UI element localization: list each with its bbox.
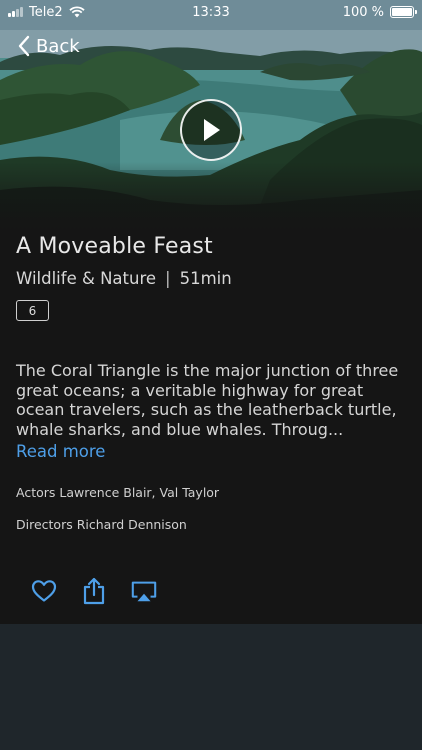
video-description: The Coral Triangle is the major junction… [16,361,399,439]
status-left: Tele2 [8,5,85,20]
actors-line: Actors Lawrence Blair, Val Taylor [16,485,220,500]
share-icon [83,577,105,605]
heart-icon [31,580,57,602]
signal-icon [8,7,23,17]
bottom-area [0,624,422,750]
share-button[interactable] [80,577,108,605]
meta-separator: | [165,269,171,288]
hero-fade [0,162,422,232]
action-bar [30,577,158,605]
chevron-left-icon [18,35,30,57]
battery-icon [390,6,417,18]
video-title: A Moveable Feast [16,234,213,259]
status-right: 100 % [342,4,417,20]
airplay-button[interactable] [130,577,158,605]
video-meta: Wildlife & Nature | 51min [16,269,232,288]
age-rating-badge: 6 [16,300,49,321]
directors-line: Directors Richard Dennison [16,517,187,532]
favorite-button[interactable] [30,577,58,605]
duration-label: 51min [179,269,232,288]
genre-label: Wildlife & Nature [16,269,157,288]
status-bar: Tele2 13:33 100 % [0,0,422,24]
play-button[interactable] [180,99,242,161]
back-button[interactable]: Back [18,35,80,57]
airplay-icon [131,581,157,602]
details-panel: A Moveable Feast Wildlife & Nature | 51m… [0,232,422,624]
battery-percent: 100 % [342,4,384,20]
play-icon [204,119,220,141]
carrier-label: Tele2 [29,4,63,20]
back-label: Back [36,35,80,57]
wifi-icon [68,6,85,18]
read-more-link[interactable]: Read more [16,442,105,461]
